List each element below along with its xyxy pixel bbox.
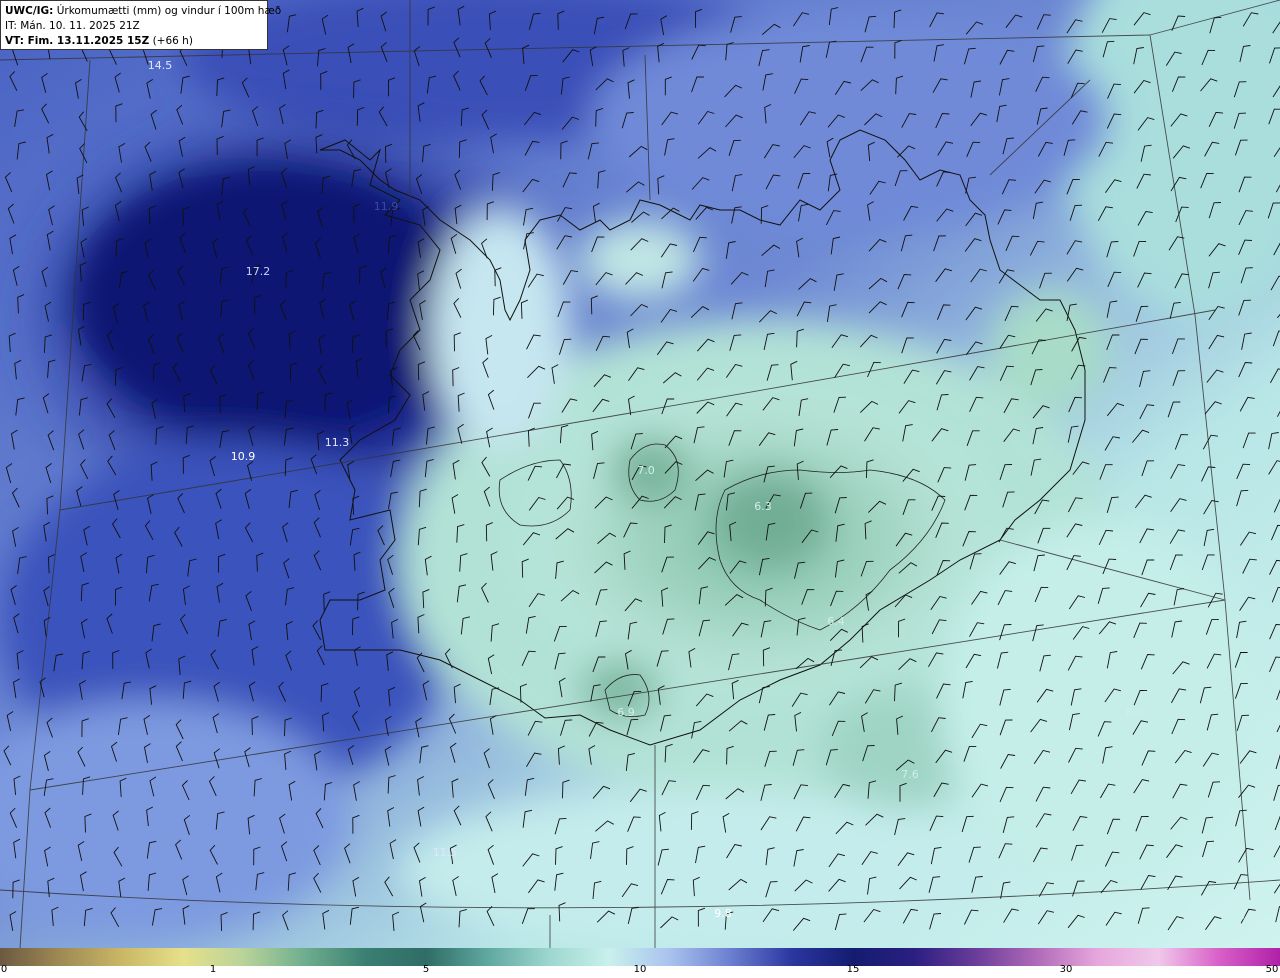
map-value-label: 14.5: [148, 59, 173, 72]
map-value-label: 6.4: [827, 615, 845, 628]
weather-map: 14.5 11.9 17.2 10.9 11.3 7.0 6.3 6.4 6.9 8.0 7.6 11…: [0, 0, 1280, 948]
colorbar-tick-label: 30: [1059, 964, 1073, 975]
map-value-label: 11.5: [433, 846, 458, 859]
map-value-label: 11.9: [374, 200, 399, 213]
colorbar-tick-label: 1: [209, 964, 217, 975]
lead-time: (+66 h): [149, 35, 193, 47]
colorbar-tick-label: 50: [1265, 964, 1279, 975]
info-box: UWC/IG: Úrkomumætti (mm) og vindur í 100…: [0, 0, 281, 50]
model-code: UWC/IG:: [5, 5, 54, 17]
map-value-label: 6.3: [754, 500, 772, 513]
map-value-label: 10.9: [231, 450, 256, 463]
colorbar-tick-label: 5: [422, 964, 430, 975]
map-value-label: 6.9: [617, 706, 635, 719]
colorbar-tick-label: 0: [0, 964, 8, 975]
map-value-label: 8.0: [1125, 706, 1143, 719]
map-value-label: 7.6: [901, 768, 919, 781]
map-value-label: 7.0: [637, 464, 655, 477]
map-value-label: 7.7: [1240, 909, 1258, 922]
colorbar-tick-label: 15: [846, 964, 860, 975]
title-line: UWC/IG: Úrkomumætti (mm) og vindur í 100…: [5, 4, 281, 19]
colorbar-tick-label: 10: [633, 964, 647, 975]
product-title: Úrkomumætti (mm) og vindur í 100m hæð: [53, 5, 282, 17]
map-value-label: 11.3: [325, 436, 350, 449]
init-time: IT: Mán. 10. 11. 2025 21Z: [5, 20, 140, 32]
map-value-label: 9.8: [714, 907, 732, 920]
valid-time-line: VT: Fim. 13.11.2025 15Z (+66 h): [5, 34, 263, 49]
map-value-label: 17.2: [246, 265, 271, 278]
valid-time: VT: Fim. 13.11.2025 15Z: [5, 35, 150, 47]
